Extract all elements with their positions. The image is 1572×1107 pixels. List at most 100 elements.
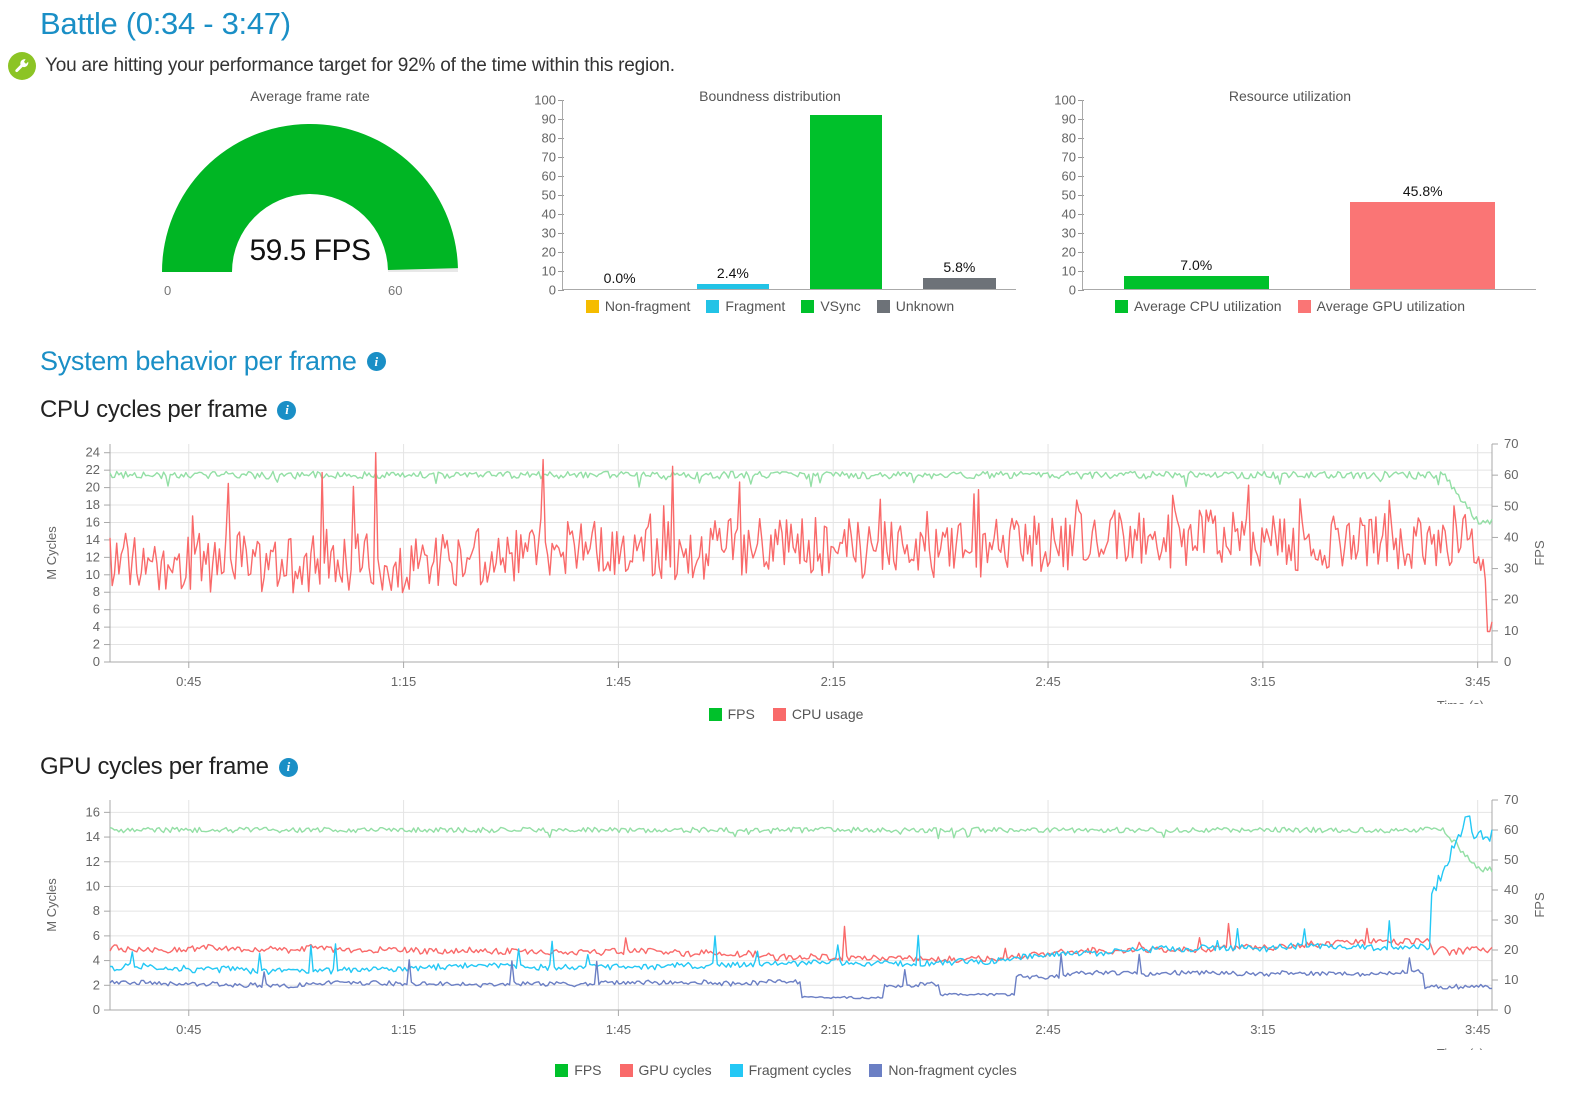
y-axis-tick-label: 30: [1061, 225, 1076, 241]
resource-utilization-panel: Resource utilization 0 10 20 30 40 50 60 70 80 90…: [1040, 86, 1540, 331]
legend-label: Average CPU utilization: [1134, 298, 1282, 314]
legend-swatch: [729, 1063, 743, 1077]
bar-value-label: 0.0%: [603, 270, 636, 286]
gpu-legend-item[interactable]: GPU cycles: [619, 1062, 712, 1078]
legend-label: Average GPU utilization: [1316, 298, 1465, 314]
y-axis-tick-label: 20: [541, 244, 556, 260]
boundness-legend-item[interactable]: Non-fragment: [585, 298, 690, 314]
performance-report-page: Battle (0:34 - 3:47) You are hitting you…: [0, 0, 1572, 1107]
y-axis-tick-label: 12: [86, 549, 100, 564]
y-axis-tick-label: 50: [541, 187, 556, 203]
y-axis-tick-label: 0: [93, 654, 100, 669]
y2-axis-tick-label: 0: [1504, 654, 1511, 669]
cpu-legend-item[interactable]: CPU usage: [772, 706, 864, 722]
y-axis-tick-label: 100: [534, 92, 556, 108]
cpu-legend-item[interactable]: FPS: [708, 706, 755, 722]
y-axis-tick-label: 0: [548, 282, 556, 298]
gpu-legend-item[interactable]: Non-fragment cycles: [869, 1062, 1017, 1078]
legend-swatch: [801, 299, 815, 313]
bar-value-label: 45.8%: [1402, 182, 1443, 199]
resource-bar-chart: 0 10 20 30 40 50 60 70 80 90 100 7.0% 45.8%: [1040, 93, 1540, 298]
legend-swatch: [585, 299, 599, 313]
info-icon[interactable]: i: [366, 352, 386, 371]
series-line: [109, 922, 1493, 963]
frame-rate-gauge: [150, 112, 470, 297]
boundness-bar-chart: 0 10 20 30 40 50 60 70 80 90 100 0.0% 2.4% 5.8%: [520, 93, 1020, 298]
legend-label: CPU usage: [791, 706, 864, 722]
x-axis-tick-label: 3:45: [1465, 674, 1490, 689]
x-axis-tick-label: 3:15: [1250, 674, 1275, 689]
boundness-legend-item[interactable]: Fragment: [706, 298, 785, 314]
legend-label: VSync: [820, 298, 861, 314]
y-axis-tick-label: 80: [1061, 130, 1076, 146]
y-axis-tick-label: 20: [1061, 244, 1076, 260]
y-axis-tick-label: 20: [86, 480, 100, 495]
y-axis-tick-label: 6: [93, 602, 100, 617]
x-axis-title: Time (s): [1437, 1046, 1484, 1050]
gpu-chart-legend: FPS GPU cycles Fragment cycles Non-fragment…: [0, 1062, 1572, 1078]
legend-swatch: [555, 1063, 569, 1077]
y-axis-tick-label: 40: [1061, 206, 1076, 222]
boundness-distribution-panel: Boundness distribution 0 10 20 30 40 50 60 70 80…: [520, 86, 1020, 331]
bar-slot[interactable]: 0.0%: [563, 100, 676, 289]
gauge-max-label: 60: [388, 283, 403, 298]
boundness-legend-item[interactable]: VSync: [801, 298, 861, 314]
y-axis-tick-label: 50: [1061, 187, 1076, 203]
resource-legend-item[interactable]: Average CPU utilization: [1115, 298, 1282, 314]
cpu-cycles-label: CPU cycles per frame: [40, 396, 268, 423]
gpu-legend-item[interactable]: FPS: [555, 1062, 602, 1078]
gpu-cycles-heading: GPU cycles per frame i: [40, 753, 298, 781]
bar[interactable]: [809, 114, 883, 289]
y-axis-tick-label: 6: [93, 928, 100, 943]
bar[interactable]: 2.4%: [696, 265, 770, 289]
gauge-title: Average frame rate: [250, 88, 370, 104]
legend-swatch: [708, 707, 722, 721]
bar[interactable]: 7.0%: [1123, 257, 1269, 289]
y2-axis-title: FPS: [1532, 540, 1547, 566]
x-axis-tick-label: 1:45: [606, 1022, 631, 1037]
legend-label: FPS: [727, 706, 755, 722]
y-axis-tick-label: 40: [541, 206, 556, 222]
legend-swatch: [869, 1063, 883, 1077]
bar-slot[interactable]: 2.4%: [676, 100, 789, 289]
bar-slot[interactable]: [790, 100, 903, 289]
x-axis-tick-label: 1:15: [391, 1022, 416, 1037]
y-axis-tick-label: 16: [86, 514, 100, 529]
gpu-legend-item[interactable]: Fragment cycles: [729, 1062, 852, 1078]
cpu-chart-legend: FPS CPU usage: [0, 706, 1572, 722]
y-axis-tick-label: 30: [541, 225, 556, 241]
boundness-legend-item[interactable]: Unknown: [876, 298, 954, 314]
gauge-min-label: 0: [164, 283, 172, 298]
y-axis-tick-label: 10: [1061, 263, 1076, 279]
y2-axis-tick-label: 40: [1504, 882, 1518, 897]
y-axis-tick-label: 8: [93, 903, 100, 918]
gpu-cycles-chart[interactable]: 0 2 4 6 8 10 12 14 16 0 10 20 30 40 50 60 70 0:45 1:15 1:45…: [0, 790, 1572, 1090]
y2-axis-title: FPS: [1532, 892, 1547, 918]
bar[interactable]: 5.8%: [923, 259, 996, 289]
wrench-icon: [8, 52, 36, 80]
y-axis-tick-label: 14: [86, 532, 100, 547]
legend-label: Fragment: [725, 298, 786, 314]
cpu-cycles-chart[interactable]: 0 2 4 6 8 10 12 14 16 18 20 22 24 0 10 20 30 40 50 60 70 0:45…: [0, 434, 1572, 724]
info-icon[interactable]: i: [277, 400, 297, 420]
y2-axis-tick-label: 40: [1504, 529, 1518, 544]
x-axis-tick-label: 2:45: [1035, 674, 1060, 689]
bar-slot[interactable]: 45.8%: [1310, 100, 1537, 289]
legend-label: Fragment cycles: [748, 1062, 852, 1078]
bar-value-label: 5.8%: [943, 258, 976, 275]
resource-legend-item[interactable]: Average GPU utilization: [1297, 298, 1465, 314]
y-axis-tick-label: 10: [86, 567, 100, 582]
cpu-cycles-heading: CPU cycles per frame i: [40, 396, 297, 424]
y2-axis-tick-label: 10: [1504, 623, 1518, 638]
y-axis-tick-label: 80: [541, 130, 556, 146]
bar-slot[interactable]: 7.0%: [1083, 100, 1310, 289]
x-axis-tick-label: 1:15: [391, 674, 416, 689]
legend-swatch: [619, 1063, 633, 1077]
summary-row: Average frame rate 59.5 FPS 0 60 Boundne…: [0, 86, 1572, 331]
x-axis-tick-label: 3:45: [1465, 1022, 1490, 1037]
info-icon[interactable]: i: [278, 757, 298, 777]
legend-swatch: [1115, 299, 1128, 313]
bar[interactable]: 45.8%: [1350, 183, 1496, 289]
bar-slot[interactable]: 5.8%: [903, 100, 1016, 289]
y-axis-tick-label: 14: [86, 829, 100, 844]
